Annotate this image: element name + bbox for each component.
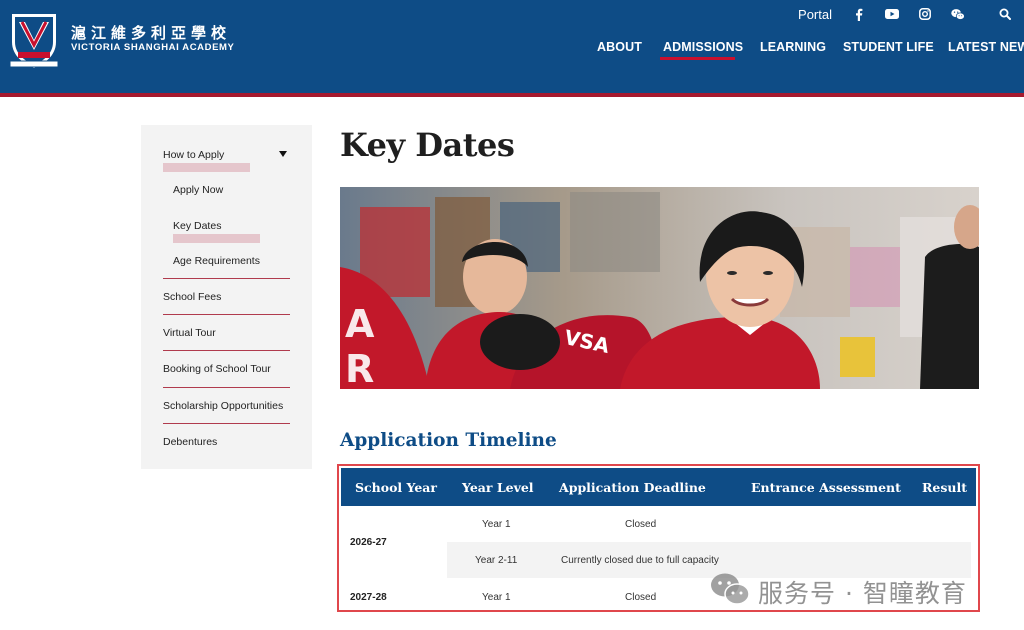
column-header-year-level: Year Level <box>462 480 534 495</box>
sidebar-item-apply-now[interactable]: Apply Now <box>173 184 223 196</box>
nav-latest-news[interactable]: LATEST NEWS <box>948 40 1024 54</box>
nav-student-life[interactable]: STUDENT LIFE <box>843 40 934 54</box>
table-cell-deadline: Closed <box>625 519 657 530</box>
table-header: School Year Year Level Application Deadl… <box>341 468 976 506</box>
sidebar-divider <box>163 278 290 279</box>
hero-photo-students: A R VSA <box>340 187 979 389</box>
section-title-application-timeline: Application Timeline <box>340 430 557 451</box>
nav-admissions[interactable]: ADMISSIONS <box>663 40 743 54</box>
table-cell-year-level: Year 1 <box>482 519 511 530</box>
nav-active-indicator <box>660 57 735 60</box>
column-header-application-deadline: Application Deadline <box>559 480 706 495</box>
page-title: Key Dates <box>340 126 515 164</box>
sidebar-item-key-dates[interactable]: Key Dates <box>173 220 221 232</box>
sidebar-item-how-to-apply[interactable]: How to Apply <box>163 149 224 161</box>
wechat-icon <box>710 572 750 611</box>
caret-down-icon[interactable] <box>279 151 287 157</box>
table-cell-deadline: Closed <box>625 592 657 603</box>
header-accent-rule <box>0 93 1024 97</box>
watermark-text: 服务号 · 智瞳教育 <box>758 578 967 608</box>
table-cell-year-level: Year 1 <box>482 592 511 603</box>
portal-link[interactable]: Portal <box>798 7 832 22</box>
table-cell-deadline: Currently closed due to full capacity <box>561 555 719 566</box>
sidebar-item-school-fees[interactable]: School Fees <box>163 291 221 303</box>
svg-text:R: R <box>345 347 374 389</box>
column-header-entrance-assessment: Entrance Assessment <box>751 480 901 495</box>
sidebar-divider <box>163 350 290 351</box>
sidebar-divider <box>163 423 290 424</box>
site-header: 滬江維多利亞學校 VICTORIA SHANGHAI ACADEMY Porta… <box>0 0 1024 93</box>
table-cell-year-level: Year 2-11 <box>475 555 518 566</box>
wechat-watermark: 服务号 · 智瞳教育 <box>710 572 967 611</box>
sidebar-item-scholarship[interactable]: Scholarship Opportunities <box>163 400 283 412</box>
sidebar-item-booking-school-tour[interactable]: Booking of School Tour <box>163 363 271 375</box>
sidebar-item-virtual-tour[interactable]: Virtual Tour <box>163 327 216 339</box>
column-header-result: Result <box>922 480 967 495</box>
table-cell-school-year: 2027-28 <box>350 592 387 603</box>
instagram-icon[interactable] <box>918 7 932 21</box>
sidebar-divider <box>163 314 290 315</box>
admissions-sidebar: How to Apply Apply Now Key Dates Age Req… <box>141 125 312 469</box>
youtube-icon[interactable] <box>885 7 899 21</box>
utility-bar: Portal <box>798 6 1012 22</box>
sidebar-divider <box>163 387 290 388</box>
table-cell-school-year: 2026-27 <box>350 537 387 548</box>
sidebar-item-debentures[interactable]: Debentures <box>163 436 217 448</box>
column-header-school-year: School Year <box>355 480 437 495</box>
sidebar-active-marker <box>163 163 250 172</box>
search-icon[interactable] <box>998 7 1012 21</box>
sidebar-current-marker <box>173 234 260 243</box>
sidebar-item-age-requirements[interactable]: Age Requirements <box>173 255 260 267</box>
nav-learning[interactable]: LEARNING <box>760 40 826 54</box>
main-navigation: ABOUT ADMISSIONS LEARNING STUDENT LIFE L… <box>0 40 1024 60</box>
facebook-icon[interactable] <box>852 7 866 21</box>
wechat-icon[interactable] <box>951 7 965 21</box>
svg-text:A: A <box>345 302 375 346</box>
nav-about[interactable]: ABOUT <box>597 40 642 54</box>
